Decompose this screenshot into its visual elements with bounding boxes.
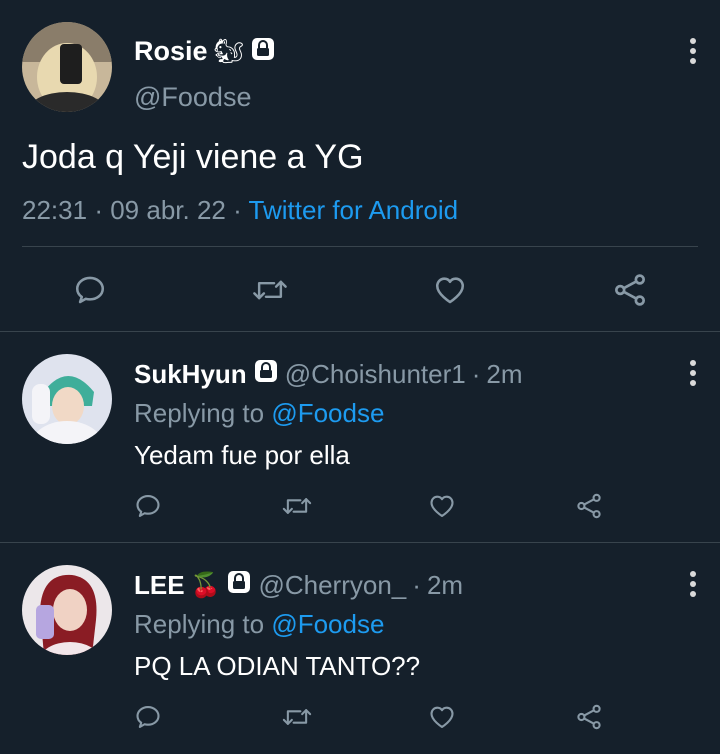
more-icon[interactable] [683, 571, 703, 597]
replying-prefix: Replying to [134, 398, 265, 428]
author-handle[interactable]: @Choishunter1 [285, 359, 466, 390]
avatar-sukhyun[interactable] [22, 354, 112, 444]
main-tweet: Rosie 🐿 @Foodse Joda q Yeji viene a YG 2… [0, 0, 720, 332]
retweet-icon [282, 498, 312, 514]
retweet-icon [253, 280, 287, 300]
reply-button[interactable] [132, 699, 164, 735]
share-icon [615, 274, 645, 306]
reply-age: 2m [486, 359, 523, 389]
avatar-lee[interactable] [22, 565, 112, 655]
reply-button[interactable] [70, 268, 110, 312]
lock-icon [250, 36, 276, 67]
share-button[interactable] [608, 268, 652, 312]
meta-separator: · [233, 195, 242, 225]
share-button[interactable] [573, 699, 605, 735]
more-icon[interactable] [683, 38, 703, 64]
tweet-date: 09 abr. 22 [110, 195, 226, 225]
meta-separator: · [412, 570, 421, 600]
reply-tweet: LEE 🍒 @Cherryon_ · 2m Replying to @Foods… [0, 543, 720, 754]
reply-age: 2m [426, 570, 464, 600]
lock-icon [253, 358, 279, 391]
author-handle[interactable]: @Foodse [134, 82, 251, 113]
reply-header: SukHyun @Choishunter1 · 2m [134, 358, 523, 391]
share-icon [577, 493, 601, 519]
reply-icon [136, 706, 160, 728]
replying-prefix: Replying to [134, 609, 265, 639]
lock-icon [226, 569, 252, 602]
retweet-button[interactable] [279, 488, 315, 524]
like-button[interactable] [426, 699, 458, 735]
replying-to: Replying to @Foodse [134, 609, 384, 640]
reply-tweet: SukHyun @Choishunter1 · 2m Replying to @… [0, 332, 720, 543]
like-button[interactable] [426, 488, 458, 524]
like-icon [430, 495, 454, 517]
cherry-emoji: 🍒 [190, 572, 221, 599]
tweet-time: 22:31 [22, 195, 88, 225]
share-button[interactable] [573, 488, 605, 524]
tweet-meta: 22:31 · 09 abr. 22 · Twitter for Android [22, 195, 458, 226]
author-row: Rosie 🐿 [134, 36, 276, 67]
tweet-text: Joda q Yeji viene a YG [22, 138, 364, 176]
like-icon [435, 277, 465, 304]
reply-header: LEE 🍒 @Cherryon_ · 2m [134, 569, 463, 602]
like-icon [430, 706, 454, 728]
divider [22, 246, 698, 247]
like-button[interactable] [430, 268, 470, 312]
reply-actions [0, 488, 720, 524]
author-name[interactable]: LEE [134, 570, 185, 601]
replying-to: Replying to @Foodse [134, 398, 384, 429]
more-icon[interactable] [683, 360, 703, 386]
author-name[interactable]: Rosie [134, 36, 208, 67]
reply-icon [75, 276, 105, 304]
retweet-button[interactable] [279, 699, 315, 735]
reply-text: Yedam fue por ella [134, 440, 350, 470]
author-handle[interactable]: @Cherryon_ [258, 570, 406, 601]
reply-actions [0, 699, 720, 735]
replying-to-link[interactable]: @Foodse [271, 398, 384, 428]
reply-text: PQ LA ODIAN TANTO?? [134, 651, 421, 681]
squirrel-emoji: 🐿 [213, 38, 244, 65]
retweet-icon [282, 709, 312, 725]
share-icon [577, 704, 601, 730]
tweet-actions [0, 268, 720, 312]
meta-separator: · [471, 359, 481, 389]
meta-separator: · [94, 195, 103, 225]
reply-button[interactable] [132, 488, 164, 524]
author-name[interactable]: SukHyun [134, 359, 247, 390]
replying-to-link[interactable]: @Foodse [271, 609, 384, 639]
retweet-button[interactable] [248, 268, 292, 312]
avatar-rosie[interactable] [22, 22, 112, 112]
reply-icon [136, 495, 160, 517]
tweet-source-link[interactable]: Twitter for Android [249, 195, 459, 225]
